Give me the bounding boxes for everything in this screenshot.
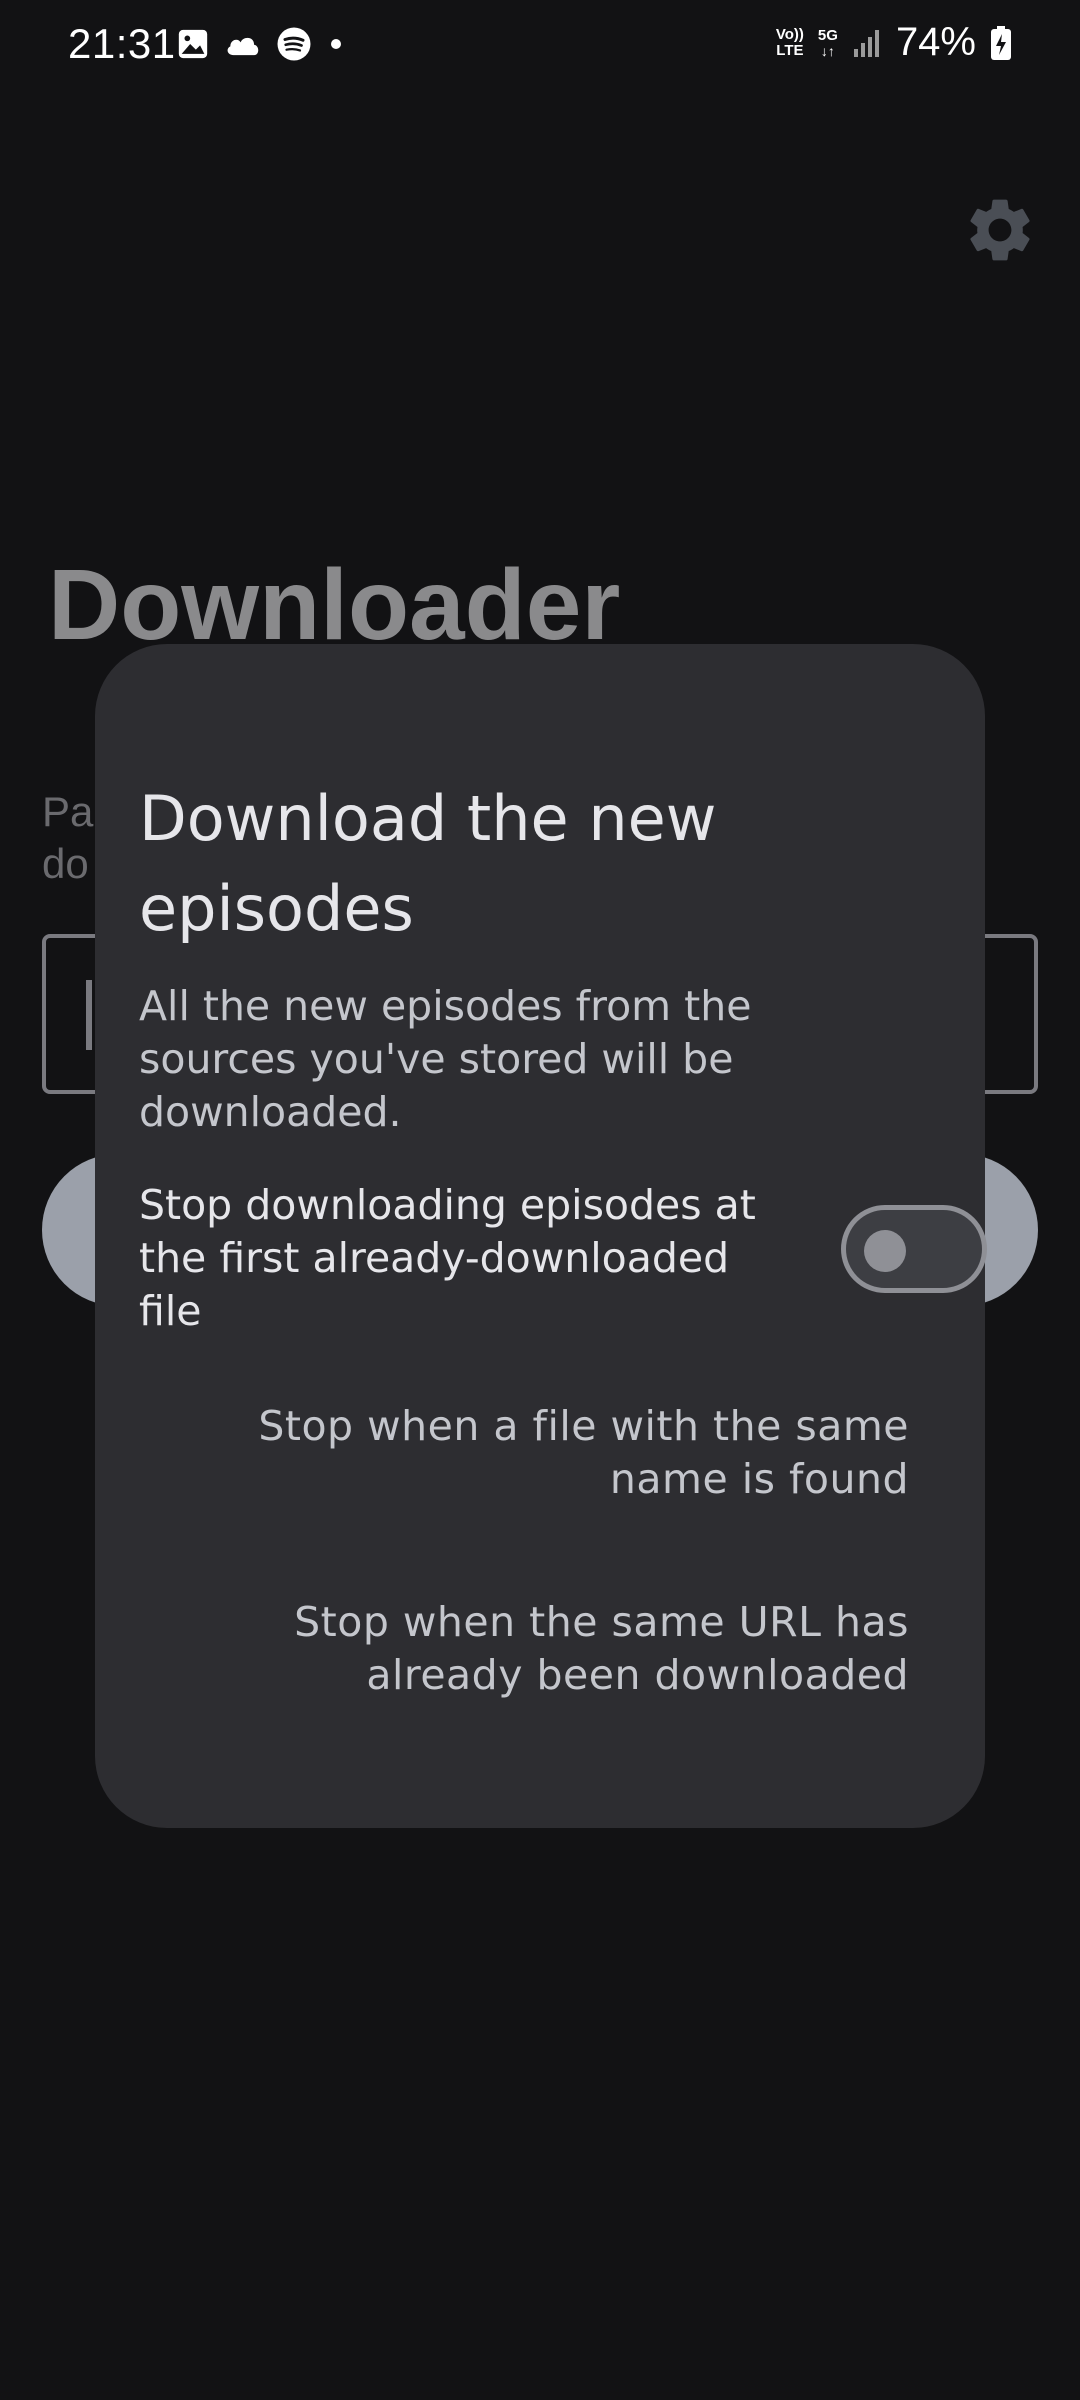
stop-same-url-option[interactable]: Stop when the same URL has already been … bbox=[189, 1596, 909, 1702]
download-episodes-dialog: Download the new episodes All the new ep… bbox=[95, 644, 987, 1828]
app-screen: 21:31 Vo)) LTE 5G ↓↑ 74% Downloader Pa d… bbox=[0, 0, 1080, 2400]
switch-knob bbox=[864, 1230, 906, 1272]
dialog-description: All the new episodes from the sources yo… bbox=[139, 982, 752, 1136]
stop-at-first-downloaded-switch[interactable] bbox=[841, 1205, 987, 1293]
stop-at-first-downloaded-row[interactable]: Stop downloading episodes at the first a… bbox=[139, 1179, 987, 1339]
stop-at-first-downloaded-label: Stop downloading episodes at the first a… bbox=[139, 1181, 756, 1335]
stop-same-name-option[interactable]: Stop when a file with the same name is f… bbox=[189, 1400, 909, 1506]
dialog-title: Download the new episodes bbox=[139, 782, 717, 945]
